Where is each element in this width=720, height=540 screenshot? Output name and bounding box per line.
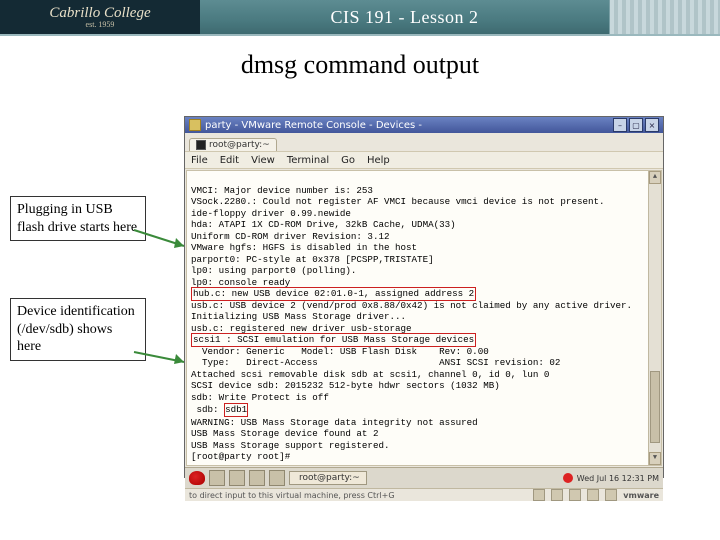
course-title: CIS 191 - Lesson 2 bbox=[200, 7, 609, 28]
taskbar-app-icon[interactable] bbox=[269, 470, 285, 486]
statusbar-hint: to direct input to this virtual machine,… bbox=[189, 491, 395, 500]
line: hda: ATAPI 1X CD-ROM Drive, 32kB Cache, … bbox=[191, 219, 456, 230]
terminal-tab[interactable]: root@party:~ bbox=[189, 138, 277, 151]
taskbar-app-icon[interactable] bbox=[209, 470, 225, 486]
guest-taskbar: root@party:~ Wed Jul 16 12:31 PM bbox=[185, 467, 663, 488]
line: SCSI device sdb: 2015232 512-byte hdwr s… bbox=[191, 380, 500, 391]
scroll-thumb[interactable] bbox=[650, 371, 660, 443]
menu-help[interactable]: Help bbox=[367, 155, 390, 166]
line: Uniform CD-ROM driver Revision: 3.12 bbox=[191, 231, 389, 242]
line: sdb: Write Protect is off bbox=[191, 392, 329, 403]
college-logo: Cabrillo College est. 1959 bbox=[0, 0, 200, 34]
menu-edit[interactable]: Edit bbox=[220, 155, 239, 166]
line: Attached scsi removable disk sdb at scsi… bbox=[191, 369, 549, 380]
minimize-button[interactable]: – bbox=[613, 118, 627, 132]
menu-go[interactable]: Go bbox=[341, 155, 355, 166]
taskbar-app-icon[interactable] bbox=[249, 470, 265, 486]
line: WARNING: USB Mass Storage data integrity… bbox=[191, 417, 478, 428]
line: parport0: PC-style at 0x378 [PCSPP,TRIST… bbox=[191, 254, 434, 265]
line: USB Mass Storage support registered. bbox=[191, 440, 389, 451]
menu-file[interactable]: File bbox=[191, 155, 208, 166]
highlight-scsi-emulation: scsi1 : SCSI emulation for USB Mass Stor… bbox=[191, 333, 476, 347]
highlight-sdb1: sdb1 bbox=[224, 403, 248, 417]
vm-remote-console-window: party - VMware Remote Console - Devices … bbox=[184, 116, 664, 478]
line: Type: Direct-Access ANSI SCSI revision: … bbox=[191, 357, 560, 368]
line: VSock.2280.: Could not register AF VMCI … bbox=[191, 196, 605, 207]
taskbar-app-icon[interactable] bbox=[229, 470, 245, 486]
line: usb.c: USB device 2 (vend/prod 0x8.88/0x… bbox=[191, 300, 632, 311]
callout-dev-sdb: Device identification (/dev/sdb) shows h… bbox=[10, 298, 146, 361]
redhat-menu-icon[interactable] bbox=[189, 471, 205, 485]
maximize-button[interactable]: ▢ bbox=[629, 118, 643, 132]
close-button[interactable]: × bbox=[645, 118, 659, 132]
scroll-down-button[interactable]: ▼ bbox=[649, 452, 661, 465]
device-icon[interactable] bbox=[533, 489, 545, 501]
line: ide-floppy driver 0.99.newide bbox=[191, 208, 351, 219]
line: USB Mass Storage device found at 2 bbox=[191, 428, 378, 439]
highlight-new-usb-device: hub.c: new USB device 02:01.0-1, assigne… bbox=[191, 287, 476, 301]
logo-est: est. 1959 bbox=[86, 21, 115, 29]
callout-usb-plug: Plugging in USB flash drive starts here bbox=[10, 196, 146, 241]
line: lp0: using parport0 (polling). bbox=[191, 265, 356, 276]
terminal-scrollbar[interactable]: ▲ ▼ bbox=[648, 171, 661, 465]
device-icon[interactable] bbox=[605, 489, 617, 501]
taskbar-task[interactable]: root@party:~ bbox=[289, 471, 367, 485]
line: VMCI: Major device number is: 253 bbox=[191, 185, 373, 196]
device-icon[interactable] bbox=[551, 489, 563, 501]
prompt: [root@party root]# bbox=[191, 451, 290, 462]
tab-label: root@party:~ bbox=[209, 140, 270, 150]
slide-header: Cabrillo College est. 1959 CIS 191 - Les… bbox=[0, 0, 720, 36]
vmware-brand: vmware bbox=[623, 491, 659, 500]
terminal-icon bbox=[196, 140, 206, 150]
line: usb.c: registered new driver usb-storage bbox=[191, 323, 412, 334]
menu-terminal[interactable]: Terminal bbox=[287, 155, 329, 166]
line: VMware hgfs: HGFS is disabled in the hos… bbox=[191, 242, 417, 253]
window-icon bbox=[189, 119, 201, 131]
terminal-menubar: File Edit View Terminal Go Help bbox=[185, 151, 663, 169]
logo-text: Cabrillo College bbox=[49, 6, 150, 21]
update-notifier-icon[interactable] bbox=[563, 473, 573, 483]
window-titlebar[interactable]: party - VMware Remote Console - Devices … bbox=[185, 117, 663, 133]
vmware-statusbar: to direct input to this virtual machine,… bbox=[185, 488, 663, 501]
scroll-up-button[interactable]: ▲ bbox=[649, 171, 661, 184]
device-icon[interactable] bbox=[569, 489, 581, 501]
header-decor-pillars bbox=[609, 0, 720, 34]
slide-title: dmsg command output bbox=[0, 50, 720, 80]
line: Vendor: Generic Model: USB Flash Disk Re… bbox=[191, 346, 489, 357]
line: sdb: sdb1 bbox=[191, 404, 248, 415]
menu-view[interactable]: View bbox=[251, 155, 275, 166]
line: Initializing USB Mass Storage driver... bbox=[191, 311, 406, 322]
line: lp0: console ready bbox=[191, 277, 290, 288]
line-prefix: sdb: bbox=[191, 404, 219, 415]
terminal-tabrow: root@party:~ bbox=[185, 133, 663, 151]
window-title: party - VMware Remote Console - Devices … bbox=[205, 120, 422, 131]
task-label: root@party:~ bbox=[299, 473, 360, 483]
device-icon[interactable] bbox=[587, 489, 599, 501]
terminal-output[interactable]: VMCI: Major device number is: 253 VSock.… bbox=[186, 170, 662, 466]
clock: Wed Jul 16 12:31 PM bbox=[577, 474, 659, 483]
